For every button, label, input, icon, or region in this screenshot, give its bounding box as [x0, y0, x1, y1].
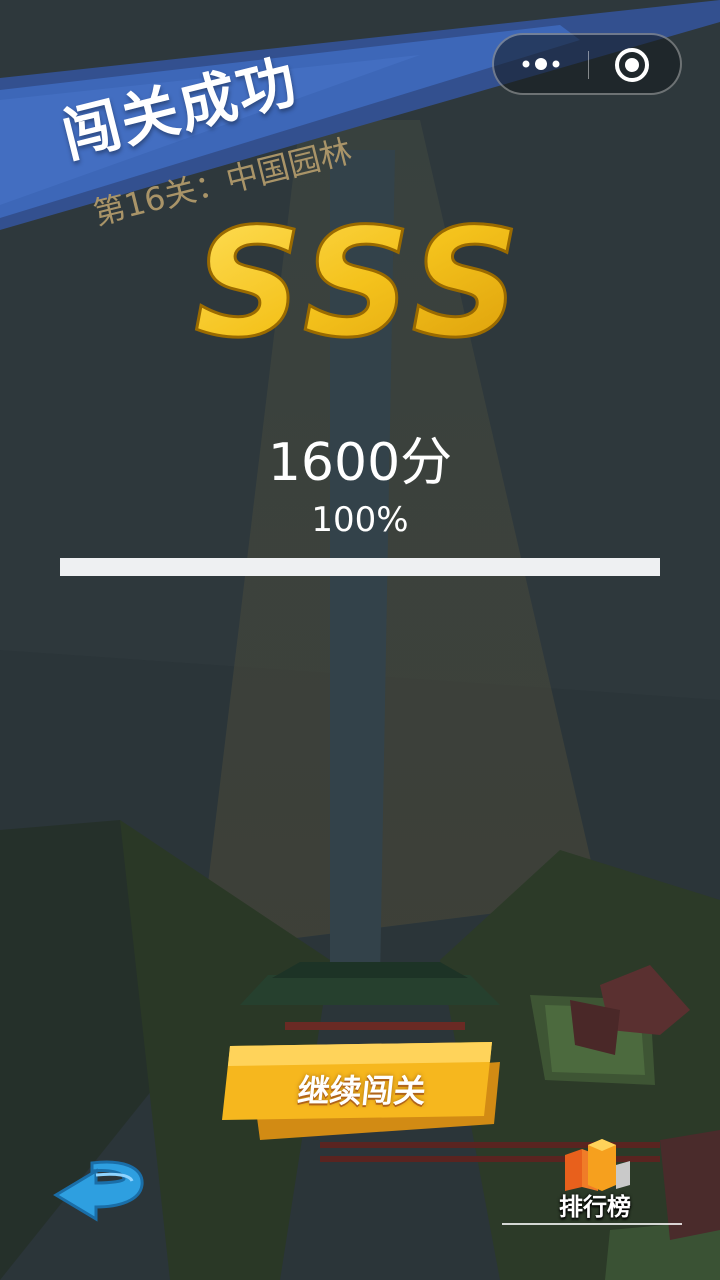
completion-progress-bar: [60, 558, 660, 576]
rank-grade-text: SSS: [194, 197, 525, 365]
rank-grade: SSS: [193, 196, 525, 366]
mini-program-capsule: [492, 33, 682, 95]
continue-button-label: 继续闯关: [295, 1072, 428, 1110]
progress-fill: [60, 558, 660, 576]
close-circle-icon[interactable]: [612, 45, 652, 85]
completion-percent: 100%: [311, 500, 409, 540]
back-arrow-icon[interactable]: [52, 1155, 148, 1223]
leaderboard-button[interactable]: 排行榜: [530, 1135, 660, 1225]
leaderboard-label: 排行榜: [559, 1193, 631, 1221]
continue-button[interactable]: 继续闯关: [222, 1040, 502, 1140]
more-dots-icon[interactable]: [514, 49, 568, 79]
leaderboard-blocks-icon: [565, 1139, 630, 1191]
score-value: 1600分: [267, 433, 453, 493]
capsule-divider: [588, 51, 589, 79]
leaderboard-underline: [502, 1223, 682, 1225]
